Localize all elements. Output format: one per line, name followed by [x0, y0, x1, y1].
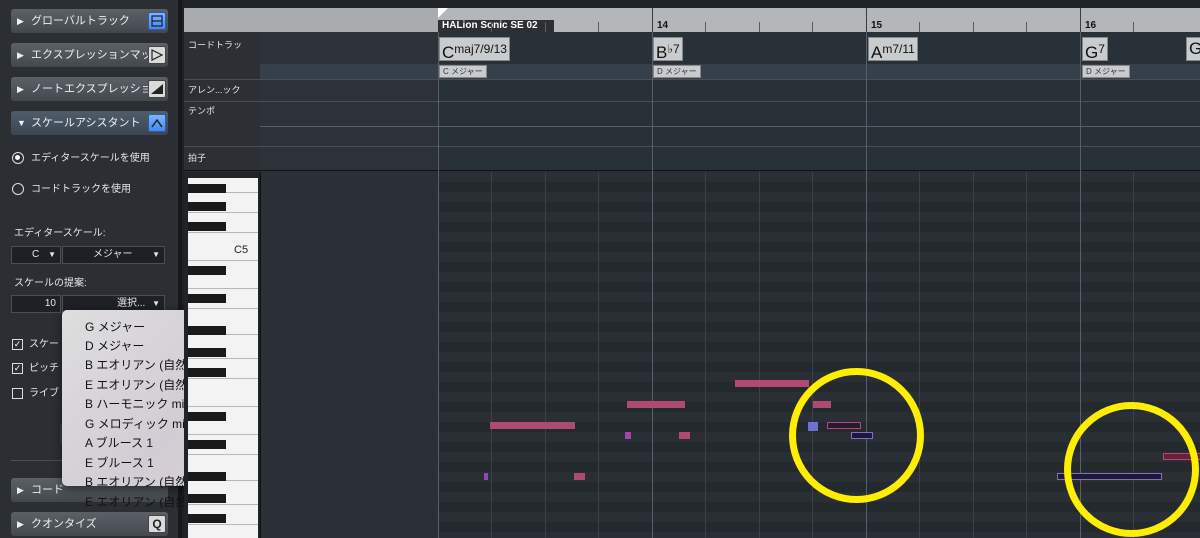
- suggest-count-field[interactable]: 10: [11, 295, 61, 313]
- scale-type-dropdown[interactable]: メジャー ▼: [62, 246, 165, 264]
- scale-event[interactable]: C メジャー: [439, 65, 487, 78]
- part-start-marker-icon: [438, 8, 448, 18]
- scale-checkbox[interactable]: ✓ スケー: [12, 338, 59, 352]
- quantize-section[interactable]: ▶ クオンタイズ Q: [11, 512, 168, 536]
- part-name-label: HALion Sonic SE 02: [438, 20, 554, 32]
- bar-number: 15: [871, 20, 883, 31]
- scale-event[interactable]: D メジャー: [653, 65, 701, 78]
- highlight-circle: [789, 368, 924, 503]
- expand-triangle-icon: ▶: [17, 16, 24, 26]
- scale-assistant-icon[interactable]: [148, 114, 166, 132]
- highlight-circle: [1064, 402, 1199, 537]
- expand-triangle-icon: ▶: [17, 50, 24, 60]
- menu-item[interactable]: D メジャー: [85, 337, 144, 354]
- expand-triangle-icon: ▶: [17, 485, 24, 495]
- chord-event[interactable]: B♭7: [653, 37, 683, 62]
- editor-scale-label: エディタースケール:: [14, 228, 106, 239]
- note-expression-icon[interactable]: [148, 80, 166, 98]
- use-editor-scale-radio[interactable]: エディタースケールを使用: [12, 151, 150, 167]
- midi-note[interactable]: [484, 473, 488, 480]
- menu-item[interactable]: G メロディック min.: [85, 415, 195, 432]
- radio-unselected-icon: [12, 183, 24, 196]
- arranger-track-label[interactable]: アレン...ック: [188, 83, 241, 96]
- menu-item[interactable]: A ブルース 1: [85, 434, 153, 451]
- note-expression-section[interactable]: ▶ ノートエクスプレッション: [11, 77, 168, 101]
- expand-triangle-icon: ▶: [17, 84, 24, 94]
- piano-keyboard[interactable]: C5: [188, 178, 258, 538]
- checkmark-icon: ✓: [12, 362, 23, 374]
- midi-note[interactable]: [735, 380, 809, 387]
- expand-triangle-icon: ▶: [17, 519, 24, 529]
- midi-note[interactable]: [490, 422, 575, 429]
- menu-item[interactable]: E ブルース 1: [85, 454, 154, 471]
- midi-note[interactable]: [625, 432, 631, 439]
- scale-suggest-label: スケールの提案:: [14, 278, 87, 289]
- collapse-triangle-icon: ▼: [17, 118, 26, 128]
- midi-note[interactable]: [574, 473, 585, 480]
- midi-note[interactable]: [627, 401, 685, 408]
- checkmark-icon: ✓: [12, 338, 23, 350]
- note-grid[interactable]: [260, 172, 1200, 538]
- menu-item[interactable]: B ハーモニック min.: [85, 395, 194, 412]
- scale-root-dropdown[interactable]: C ▼: [11, 246, 61, 264]
- chevron-down-icon: ▼: [48, 250, 56, 259]
- chord-event[interactable]: G: [1186, 37, 1200, 61]
- quantize-q-icon[interactable]: Q: [148, 515, 166, 533]
- timeline-ruler[interactable]: HALion Sonic SE 02 14 15 16: [184, 8, 1200, 32]
- expression-map-section[interactable]: ▶ エクスプレッションマップ: [11, 43, 168, 67]
- chord-event[interactable]: G7: [1082, 37, 1108, 62]
- chord-event[interactable]: Am7/11: [868, 37, 918, 62]
- midi-note[interactable]: [679, 432, 690, 439]
- track-headers: コードトラッ アレン...ック テンポ 拍子: [184, 32, 260, 172]
- live-checkbox[interactable]: ライブ: [12, 387, 59, 401]
- key-editor: HALion Sonic SE 02 14 15 16 コードトラッ アレン..…: [184, 0, 1200, 538]
- use-chord-track-radio[interactable]: コードトラックを使用: [12, 182, 131, 198]
- scale-assistant-section[interactable]: ▼ スケールアシスタント: [11, 111, 168, 135]
- signature-track-label[interactable]: 拍子: [188, 151, 206, 164]
- chevron-down-icon: ▼: [152, 250, 160, 259]
- chord-track-label[interactable]: コードトラッ: [188, 38, 242, 51]
- pitch-checkbox[interactable]: ✓ ピッチ: [12, 362, 59, 376]
- bar-number: 14: [657, 20, 669, 31]
- radio-selected-icon: [12, 152, 24, 165]
- c5-label: C5: [234, 244, 249, 256]
- expression-map-icon[interactable]: [148, 46, 166, 64]
- tempo-track-label[interactable]: テンポ: [188, 104, 215, 117]
- global-tracks-toggle-icon[interactable]: [148, 12, 166, 30]
- menu-item[interactable]: G メジャー: [85, 318, 145, 335]
- bar-number: 16: [1085, 20, 1097, 31]
- global-tracks-section[interactable]: ▶ グローバルトラック: [11, 9, 168, 33]
- scale-event[interactable]: D メジャー: [1082, 65, 1130, 78]
- chord-event[interactable]: Cmaj7/9/13: [439, 37, 510, 62]
